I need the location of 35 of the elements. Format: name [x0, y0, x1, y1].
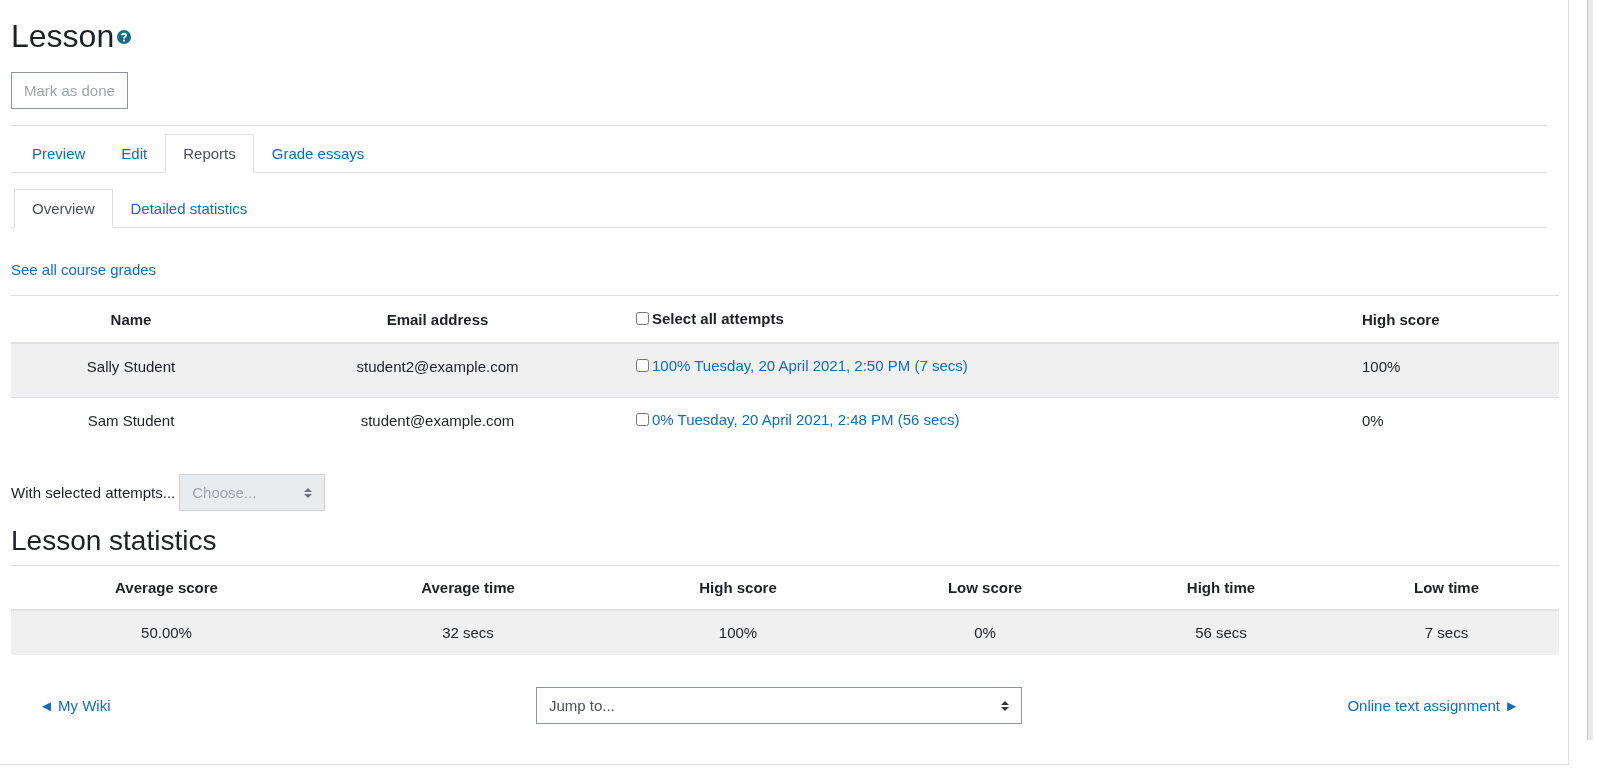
table-cell: 0% [862, 610, 1108, 655]
table-cell: student2@example.com [251, 343, 624, 398]
table-cell: 100% [1350, 343, 1559, 398]
help-icon[interactable] [117, 29, 132, 44]
attempt-link[interactable]: 0% Tuesday, 20 April 2021, 2:48 PM (56 secs) [652, 411, 960, 428]
section-heading: Lesson statistics [11, 525, 218, 557]
table-cell: student@example.com [251, 397, 624, 451]
previous-activity-link[interactable]: ◄ My Wiki [39, 697, 111, 714]
table-cell: 50.00% [11, 610, 322, 655]
tab[interactable]: Reports [165, 134, 254, 173]
table-cell: 32 secs [322, 610, 614, 655]
table-cell: Sam Student [11, 397, 251, 451]
sort-arrows-icon [1001, 700, 1009, 711]
tab[interactable]: Edit [103, 134, 166, 173]
table-cell: 56 secs [1108, 610, 1334, 655]
attempt-checkbox[interactable] [636, 359, 649, 372]
select-all-checkbox[interactable] [636, 312, 649, 325]
attempt-checkbox[interactable] [636, 413, 649, 426]
column-header: Select all attempts [652, 310, 784, 327]
scrollbar[interactable] [1587, 0, 1593, 740]
attempt-link[interactable]: 100% Tuesday, 20 April 2021, 2:50 PM (7 secs) [652, 357, 968, 374]
page-title: Lesson [11, 20, 115, 52]
tab[interactable]: Preview [14, 134, 104, 173]
sort-arrows-icon [304, 487, 313, 498]
jump-to-select[interactable]: Jump to... [536, 687, 1022, 724]
table-cell: 0% [1350, 397, 1559, 451]
with-selected-label: With selected attempts... [11, 484, 176, 501]
table-cell: 100% [614, 610, 862, 655]
table-cell: Sally Student [11, 343, 251, 398]
tab[interactable]: Overview [14, 189, 113, 228]
tab[interactable]: Grade essays [253, 134, 383, 173]
tab[interactable]: Detailed statistics [112, 189, 266, 228]
see-all-course-grades-link[interactable]: See all course grades [11, 261, 157, 278]
next-activity-link[interactable]: Online text assignment ► [1347, 697, 1519, 714]
table-cell: 7 secs [1334, 610, 1559, 655]
